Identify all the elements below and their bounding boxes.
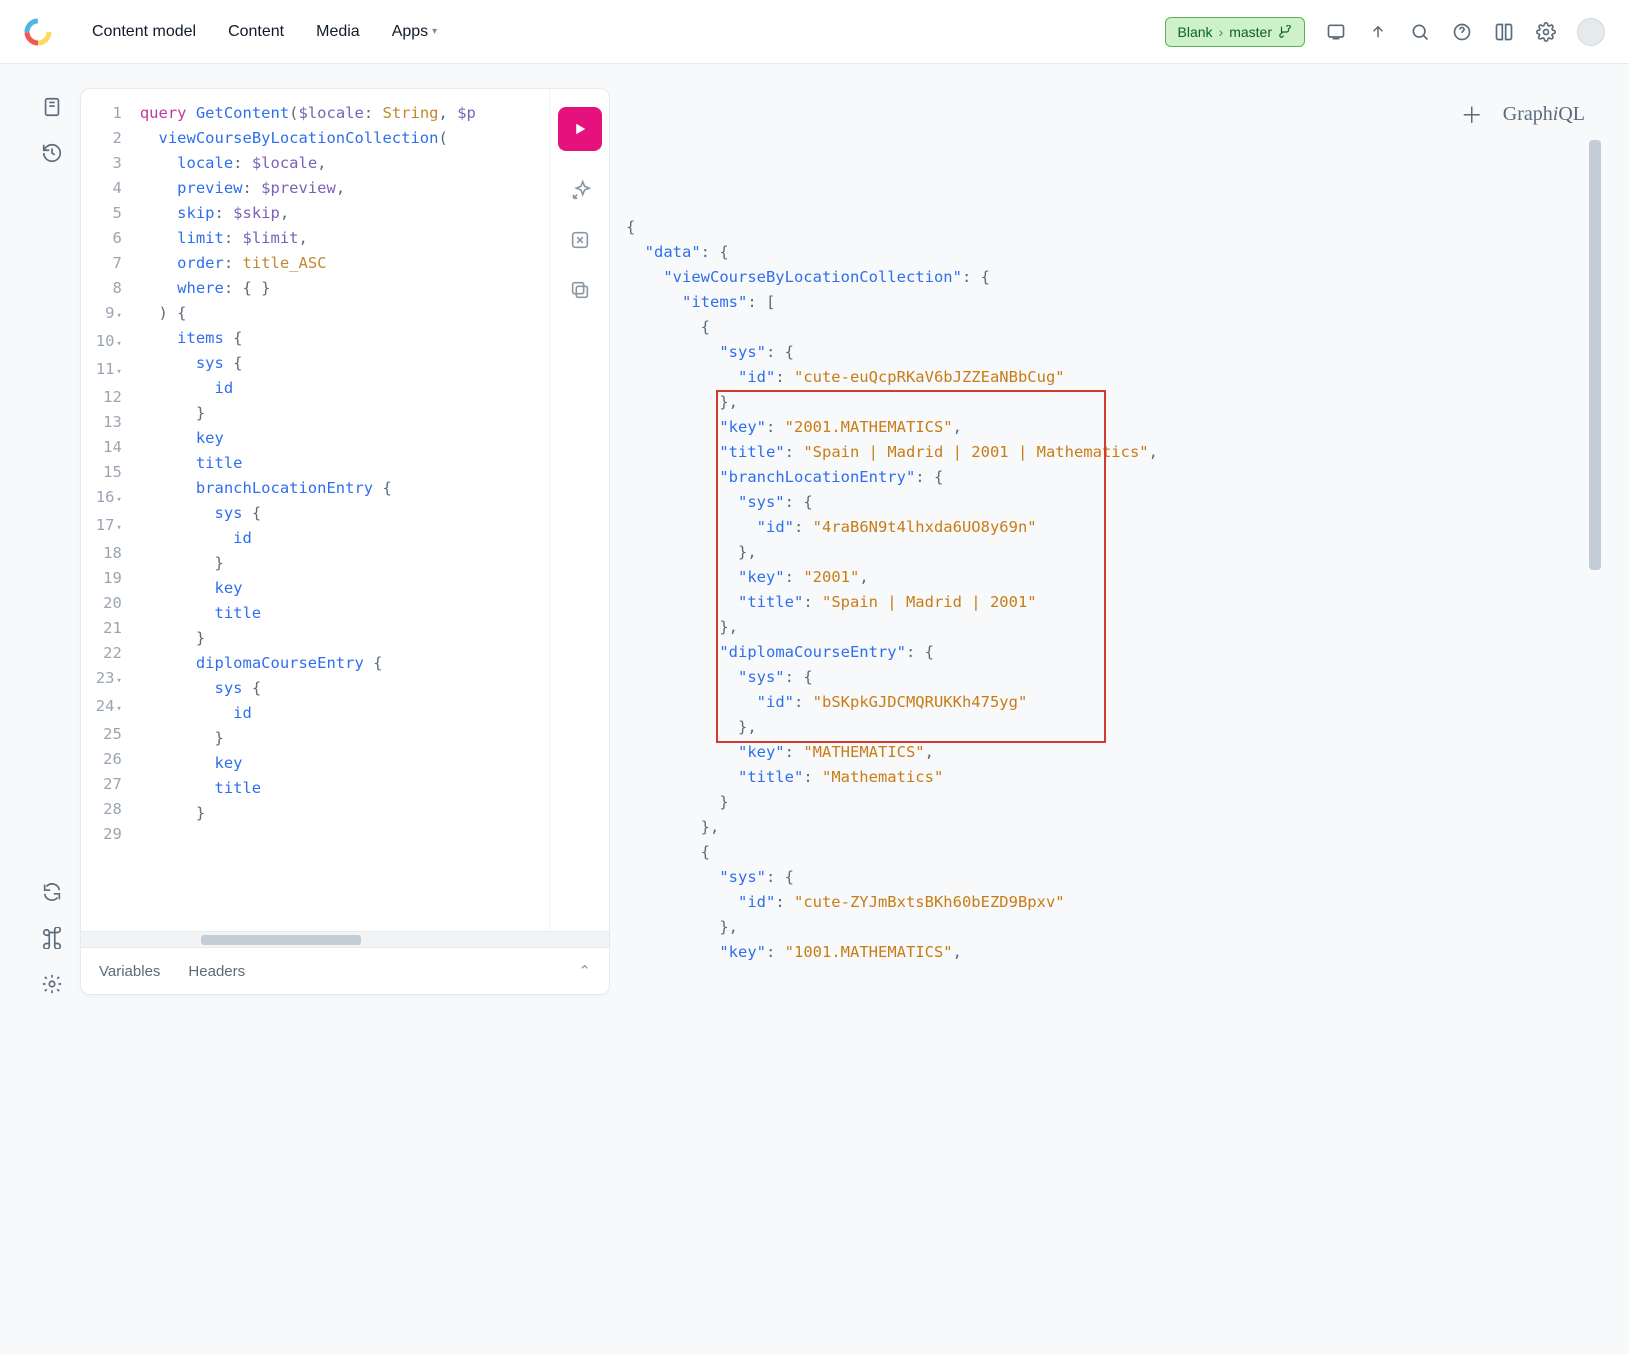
nav-media[interactable]: Media [316,23,360,41]
graphiql-sidebar [24,88,80,995]
user-avatar[interactable] [1577,18,1605,46]
tab-variables[interactable]: Variables [99,963,160,980]
result-panel: ＋ GraphiQL { "data": { "viewCourseByLoca… [610,88,1605,995]
line-gutter: 1234567891011121314151617181920212223242… [81,89,132,931]
upload-icon[interactable] [1367,21,1389,43]
help-icon[interactable] [1451,21,1473,43]
space-name: Blank [1178,24,1213,40]
main-area: 1234567891011121314151617181920212223242… [0,64,1629,1019]
search-icon[interactable] [1409,21,1431,43]
nav-content[interactable]: Content [228,23,284,41]
execute-button[interactable] [558,107,602,151]
quick-actions-icon[interactable] [1325,21,1347,43]
gear-icon[interactable] [41,973,63,995]
add-tab-icon[interactable]: ＋ [1461,98,1483,130]
graphiql-brand: GraphiQL [1503,103,1585,126]
prettify-icon[interactable] [569,179,591,201]
code-content[interactable]: query GetContent($locale: String, $p vie… [132,89,549,931]
workspace: 1234567891011121314151617181920212223242… [80,88,1605,995]
editor-bottom-tabs: Variables Headers ⌃ [81,947,609,994]
result-header: ＋ GraphiQL [610,88,1605,140]
result-json[interactable]: { "data": { "viewCourseByLocationCollect… [610,140,1605,995]
editor-tools [549,89,609,931]
history-icon[interactable] [41,142,63,164]
vertical-scrollbar[interactable] [1589,140,1601,600]
nav-content-model[interactable]: Content model [92,23,196,41]
main-nav: Content model Content Media Apps▾ [92,23,437,41]
docs-explorer-icon[interactable] [41,96,63,118]
merge-icon[interactable] [569,229,591,251]
keyboard-shortcuts-icon[interactable] [41,927,63,949]
environment-name: master [1229,24,1272,40]
nav-apps[interactable]: Apps▾ [392,23,438,41]
topbar-right: Blank › master [1165,17,1606,47]
chevron-right-icon: › [1219,24,1224,40]
chevron-up-icon[interactable]: ⌃ [578,962,591,980]
chevron-down-icon: ▾ [432,26,437,37]
tab-headers[interactable]: Headers [188,963,245,980]
docs-icon[interactable] [1493,21,1515,43]
contentful-logo [24,18,52,46]
environment-selector[interactable]: Blank › master [1165,17,1306,47]
graphql-editor[interactable]: 1234567891011121314151617181920212223242… [81,89,549,931]
branch-icon [1278,25,1292,39]
copy-icon[interactable] [569,279,591,301]
refresh-icon[interactable] [41,881,63,903]
settings-icon[interactable] [1535,21,1557,43]
query-editor-panel: 1234567891011121314151617181920212223242… [80,88,610,995]
horizontal-scrollbar[interactable] [81,931,609,947]
topbar: Content model Content Media Apps▾ Blank … [0,0,1629,64]
